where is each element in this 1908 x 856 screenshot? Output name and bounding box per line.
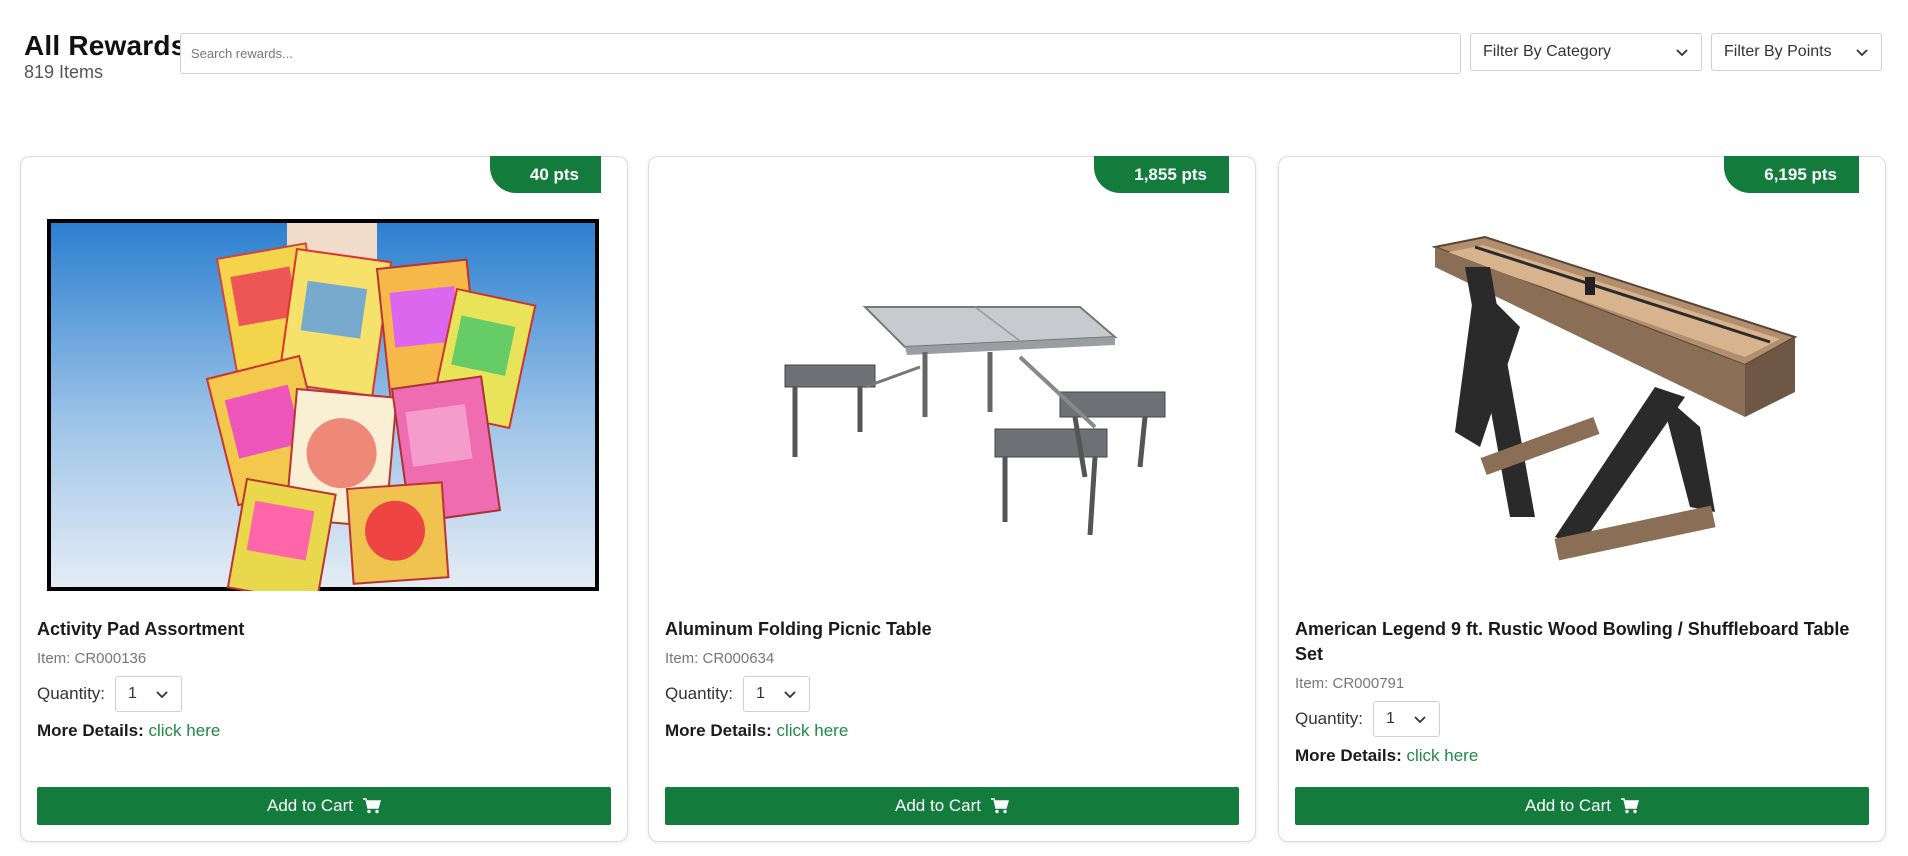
product-card: 1,855 pts Aluminum Folding Picnic Table … <box>648 156 1256 842</box>
quantity-value: 1 <box>1386 710 1395 727</box>
cart-icon <box>991 798 1009 814</box>
shuffleboard-table-photo <box>1431 235 1798 561</box>
product-image[interactable] <box>675 217 1227 593</box>
product-image[interactable] <box>47 217 599 593</box>
cart-icon <box>1621 798 1639 814</box>
chevron-down-icon <box>156 691 168 699</box>
chevron-down-icon <box>1676 49 1688 57</box>
product-name: Activity Pad Assortment <box>37 619 245 639</box>
add-to-cart-button[interactable]: Add to Cart <box>1295 787 1869 825</box>
page-title: All Rewards <box>24 30 187 61</box>
quantity-label: Quantity: <box>37 684 106 703</box>
add-to-cart-label: Add to Cart <box>267 796 353 815</box>
more-details-link[interactable]: click here <box>148 721 220 740</box>
add-to-cart-label: Add to Cart <box>895 796 981 815</box>
item-count: 819 Items <box>24 62 104 82</box>
chevron-down-icon <box>1414 716 1426 724</box>
add-to-cart-button[interactable]: Add to Cart <box>37 787 611 825</box>
filter-points-label: Filter By Points <box>1724 43 1832 60</box>
filter-by-category-dropdown[interactable]: Filter By Category <box>1470 33 1702 71</box>
rewards-header: All Rewards 819 Items Filter By Category… <box>24 28 1884 88</box>
more-details-label: More Details: <box>1295 746 1402 765</box>
item-code: Item: CR000136 <box>37 650 147 667</box>
more-details-label: More Details: <box>665 721 772 740</box>
quantity-row: Quantity: 1 <box>1295 701 1441 737</box>
product-card: 40 pts Activity Pad Assortment Item: CR0… <box>20 156 628 842</box>
activity-pads-photo <box>47 219 599 591</box>
title-block: All Rewards 819 Items <box>24 28 186 83</box>
item-code: Item: CR000791 <box>1295 675 1405 692</box>
quantity-select[interactable]: 1 <box>743 676 811 712</box>
chevron-down-icon <box>1856 49 1868 57</box>
quantity-label: Quantity: <box>1295 709 1364 728</box>
filter-by-points-dropdown[interactable]: Filter By Points <box>1711 33 1882 71</box>
chevron-down-icon <box>784 691 796 699</box>
add-to-cart-label: Add to Cart <box>1525 796 1611 815</box>
points-badge: 40 pts <box>489 156 601 193</box>
more-details-link[interactable]: click here <box>1406 746 1478 765</box>
product-image[interactable] <box>1305 217 1857 593</box>
more-details: More Details: click here <box>1295 746 1478 766</box>
quantity-value: 1 <box>756 685 765 702</box>
quantity-select[interactable]: 1 <box>115 676 183 712</box>
more-details: More Details: click here <box>665 721 848 741</box>
search-input[interactable] <box>180 33 1461 74</box>
quantity-select[interactable]: 1 <box>1373 701 1441 737</box>
points-badge: 1,855 pts <box>1094 156 1229 193</box>
product-name: American Legend 9 ft. Rustic Wood Bowlin… <box>1295 619 1850 664</box>
add-to-cart-button[interactable]: Add to Cart <box>665 787 1239 825</box>
product-name: Aluminum Folding Picnic Table <box>665 619 932 639</box>
more-details: More Details: click here <box>37 721 220 741</box>
more-details-link[interactable]: click here <box>776 721 848 740</box>
quantity-label: Quantity: <box>665 684 734 703</box>
product-card: 6,195 pts American Legend 9 ft. Rustic W… <box>1278 156 1886 842</box>
quantity-row: Quantity: 1 <box>665 676 811 712</box>
cart-icon <box>363 798 381 814</box>
quantity-row: Quantity: 1 <box>37 676 183 712</box>
item-code: Item: CR000634 <box>665 650 775 667</box>
more-details-label: More Details: <box>37 721 144 740</box>
filter-category-label: Filter By Category <box>1483 43 1612 60</box>
quantity-value: 1 <box>128 685 137 702</box>
points-badge: 6,195 pts <box>1724 156 1859 193</box>
picnic-table-photo <box>784 306 1166 536</box>
